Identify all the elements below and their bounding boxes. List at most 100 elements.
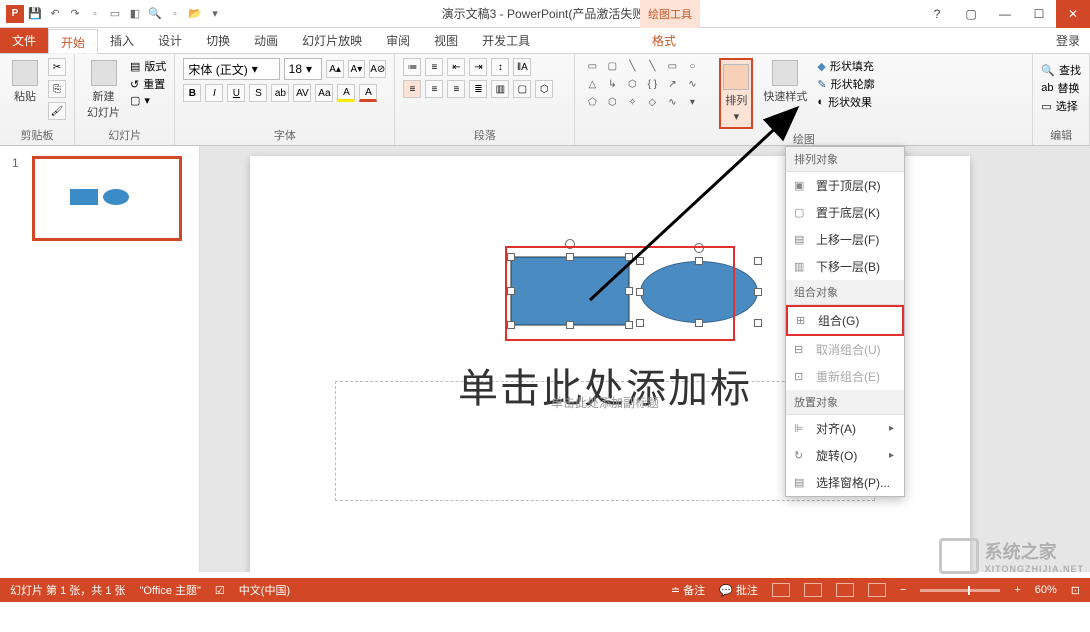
comments-button[interactable]: 💬 批注 — [719, 582, 758, 598]
fit-window-button[interactable]: ⊡ — [1071, 584, 1080, 597]
zoom-level[interactable]: 60% — [1035, 584, 1057, 596]
layout-button[interactable]: ▤版式 — [130, 58, 166, 74]
align-left-button[interactable]: ≡ — [403, 80, 421, 98]
resize-handle[interactable] — [754, 257, 762, 265]
shape-fill-button[interactable]: ◆形状填充 — [817, 58, 874, 74]
columns-button[interactable]: ▥ — [491, 80, 509, 98]
grow-font-button[interactable]: A▴ — [326, 60, 343, 78]
tab-format[interactable]: 格式 — [640, 28, 688, 53]
font-color-button[interactable]: A — [359, 84, 377, 102]
find-button[interactable]: 🔍查找 — [1041, 62, 1081, 78]
spacing-button[interactable]: AV — [293, 84, 311, 102]
minimize-button[interactable]: — — [988, 0, 1022, 28]
align-text-button[interactable]: ▢ — [513, 80, 531, 98]
new-slide-button[interactable]: 新建 幻灯片 — [83, 58, 124, 122]
menu-rotate[interactable]: ↻旋转(O)▸ — [786, 442, 904, 469]
resize-handle[interactable] — [507, 321, 515, 329]
resize-handle[interactable] — [625, 253, 633, 261]
quick-styles-button[interactable]: 快速样式 — [759, 58, 811, 106]
menu-selection-pane[interactable]: ▤选择窗格(P)... — [786, 469, 904, 496]
slideshow-view-button[interactable] — [868, 583, 886, 597]
oval-selection[interactable] — [640, 261, 758, 323]
rotate-handle-icon[interactable] — [565, 239, 575, 249]
line-spacing-button[interactable]: ↕ — [491, 58, 509, 76]
indent-inc-button[interactable]: ⇥ — [469, 58, 487, 76]
zoom-slider[interactable] — [920, 589, 1000, 592]
paste-button[interactable]: 粘贴 — [8, 58, 42, 106]
align-right-button[interactable]: ≡ — [447, 80, 465, 98]
qat-dropdown-icon[interactable]: ▾ — [206, 5, 224, 23]
resize-handle[interactable] — [754, 288, 762, 296]
slide-canvas[interactable]: 单击此处添加标 单击此处添加副标题 — [200, 146, 1090, 572]
print-preview-icon[interactable]: 🔍 — [146, 5, 164, 23]
reading-view-button[interactable] — [836, 583, 854, 597]
tab-home[interactable]: 开始 — [48, 29, 98, 54]
app-icon[interactable]: P — [6, 5, 24, 23]
resize-handle[interactable] — [754, 319, 762, 327]
qat-icon[interactable]: ◧ — [126, 5, 144, 23]
menu-bring-forward[interactable]: ▤上移一层(F) — [786, 226, 904, 253]
login-link[interactable]: 登录 — [1056, 28, 1080, 54]
zoom-in-button[interactable]: + — [1014, 584, 1020, 596]
menu-group[interactable]: ⊞组合(G) — [786, 305, 904, 336]
indent-dec-button[interactable]: ⇤ — [447, 58, 465, 76]
clear-format-button[interactable]: A⊘ — [369, 60, 386, 78]
normal-view-button[interactable] — [772, 583, 790, 597]
qat-icon[interactable]: ◦ — [86, 5, 104, 23]
shapes-gallery[interactable]: ▭▢╲╲▭○ △↳⬡{ }↗∿ ⬠⬡✧◇∿▾ — [583, 58, 713, 110]
tab-slideshow[interactable]: 幻灯片放映 — [290, 28, 374, 53]
tab-insert[interactable]: 插入 — [98, 28, 146, 53]
shape-effects-button[interactable]: ◐形状效果 — [817, 94, 874, 110]
resize-handle[interactable] — [566, 253, 574, 261]
menu-send-backward[interactable]: ▥下移一层(B) — [786, 253, 904, 280]
resize-handle[interactable] — [636, 288, 644, 296]
align-center-button[interactable]: ≡ — [425, 80, 443, 98]
resize-handle[interactable] — [695, 319, 703, 327]
tab-design[interactable]: 设计 — [146, 28, 194, 53]
rotate-handle-icon[interactable] — [694, 243, 704, 253]
tab-animations[interactable]: 动画 — [242, 28, 290, 53]
copy-button[interactable]: ⎘ — [48, 80, 66, 98]
numbering-button[interactable]: ≡ — [425, 58, 443, 76]
shape-outline-button[interactable]: ✎形状轮廓 — [817, 76, 874, 92]
resize-handle[interactable] — [625, 321, 633, 329]
highlight-button[interactable]: A — [337, 84, 355, 102]
rectangle-shape[interactable] — [511, 257, 629, 325]
resize-handle[interactable] — [507, 253, 515, 261]
resize-handle[interactable] — [695, 257, 703, 265]
bold-button[interactable]: B — [183, 84, 201, 102]
text-direction-button[interactable]: ‖A — [513, 58, 531, 76]
strike-button[interactable]: S — [249, 84, 267, 102]
smartart-button[interactable]: ⬡ — [535, 80, 553, 98]
status-language[interactable]: 中文(中国) — [239, 582, 290, 598]
maximize-button[interactable]: ☐ — [1022, 0, 1056, 28]
replace-button[interactable]: ab替换 — [1041, 80, 1081, 96]
undo-icon[interactable]: ↶ — [46, 5, 64, 23]
status-spell-icon[interactable]: ☑ — [215, 584, 225, 597]
cut-button[interactable]: ✂ — [48, 58, 66, 76]
reset-button[interactable]: ↺重置 — [130, 76, 166, 92]
slide-thumbnail[interactable] — [32, 156, 182, 241]
font-size-combo[interactable]: 18▾ — [284, 58, 323, 80]
sorter-view-button[interactable] — [804, 583, 822, 597]
close-button[interactable]: ✕ — [1056, 0, 1090, 28]
qat-icon[interactable]: ▭ — [106, 5, 124, 23]
shadow-button[interactable]: ab — [271, 84, 289, 102]
format-painter-button[interactable]: 🖌 — [48, 102, 66, 120]
underline-button[interactable]: U — [227, 84, 245, 102]
font-family-combo[interactable]: 宋体 (正文)▾ — [183, 58, 279, 80]
notes-button[interactable]: ≐ 备注 — [671, 582, 705, 598]
menu-send-to-back[interactable]: ▢置于底层(K) — [786, 199, 904, 226]
resize-handle[interactable] — [636, 319, 644, 327]
menu-align[interactable]: ⊫对齐(A)▸ — [786, 415, 904, 442]
oval-shape[interactable] — [640, 261, 758, 323]
qat-icon[interactable]: ◦ — [166, 5, 184, 23]
arrange-button[interactable]: 排列 ▾ — [719, 58, 753, 129]
tab-view[interactable]: 视图 — [422, 28, 470, 53]
help-button[interactable]: ? — [920, 0, 954, 28]
select-button[interactable]: ▭选择 — [1041, 98, 1081, 114]
redo-icon[interactable]: ↷ — [66, 5, 84, 23]
slide-thumbnails-panel[interactable]: 1 — [0, 146, 200, 572]
tab-transitions[interactable]: 切换 — [194, 28, 242, 53]
menu-bring-to-front[interactable]: ▣置于顶层(R) — [786, 172, 904, 199]
